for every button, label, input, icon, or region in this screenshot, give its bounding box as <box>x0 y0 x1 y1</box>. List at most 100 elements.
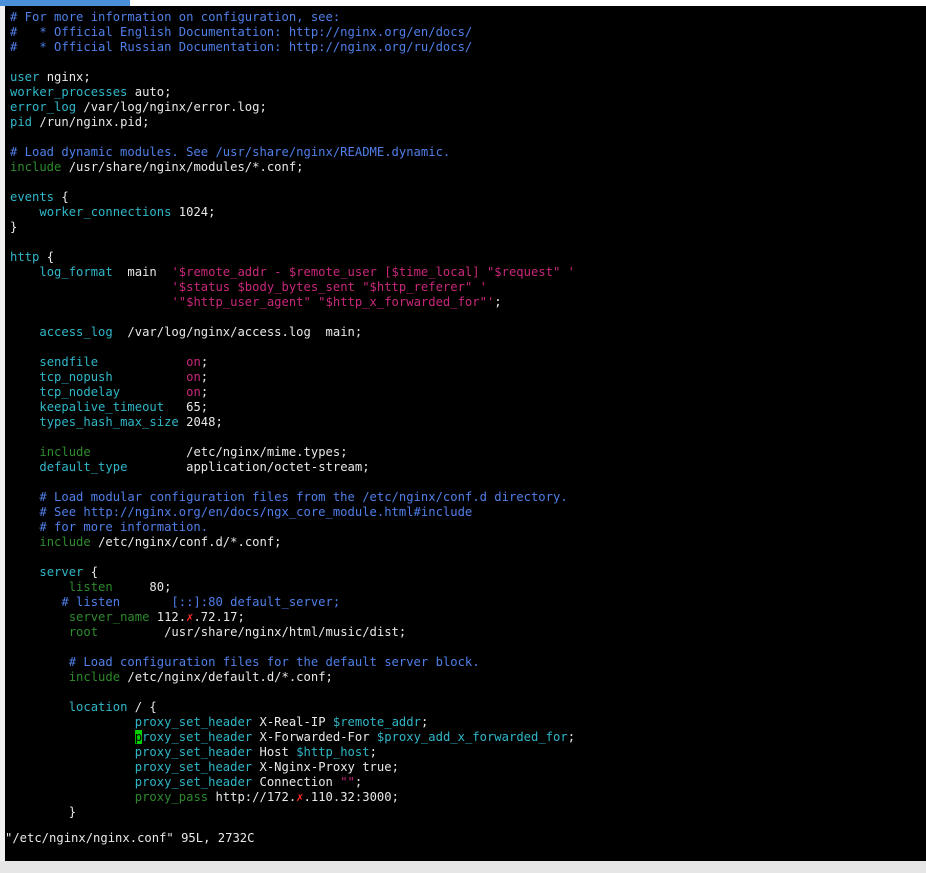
code-token: # listen [::]:80 default_server; <box>10 595 341 609</box>
code-token: { <box>54 190 69 204</box>
code-line: keepalive_timeout 65; <box>10 400 575 415</box>
code-token: .110.32:3000; <box>303 790 399 804</box>
code-token: # * Official Russian Documentation: http… <box>10 40 473 54</box>
code-line: } <box>10 805 575 820</box>
code-token: include <box>39 445 91 459</box>
code-line: worker_processes auto; <box>10 85 575 100</box>
code-token: pid <box>10 115 33 129</box>
code-token: tcp_nodelay <box>39 385 121 399</box>
code-token: ; <box>354 775 363 789</box>
code-token: X-Real-IP <box>252 715 333 729</box>
code-token: application/octet-stream; <box>127 460 370 474</box>
code-token: $proxy_add_x_forwarded_for <box>376 730 568 744</box>
code-line: include /etc/nginx/conf.d/*.conf; <box>10 535 575 550</box>
code-line: default_type application/octet-stream; <box>10 460 575 475</box>
code-token: } <box>10 220 18 234</box>
code-token: # Load configuration files for the defau… <box>10 655 480 669</box>
code-token: listen <box>68 580 113 594</box>
code-token: include <box>39 535 91 549</box>
code-token: Connection <box>252 775 341 789</box>
code-line: listen 80; <box>10 580 575 595</box>
bottom-scrollbar[interactable] <box>0 861 926 873</box>
code-token: server_name <box>68 610 150 624</box>
code-line: proxy_pass http://172.✗.110.32:3000; <box>10 790 575 805</box>
code-token: on <box>186 370 201 384</box>
code-line: } <box>10 220 575 235</box>
redaction-mark: ✗ <box>296 790 304 804</box>
code-token: events <box>10 190 55 204</box>
code-line: sendfile on; <box>10 355 575 370</box>
code-line: proxy_set_header X-Forwarded-For $proxy_… <box>10 730 575 745</box>
text-cursor: p <box>134 730 143 744</box>
code-line: error_log /var/log/nginx/error.log; <box>10 100 575 115</box>
code-token: include <box>10 160 62 174</box>
code-line: # listen [::]:80 default_server; <box>10 595 575 610</box>
code-token: # Load modular configuration files from … <box>10 490 568 504</box>
code-token: # For more information on configuration,… <box>10 10 341 24</box>
code-line: log_format main '$remote_addr - $remote_… <box>10 265 575 280</box>
code-line: # * Official Russian Documentation: http… <box>10 40 575 55</box>
code-token: 112. <box>149 610 187 624</box>
code-token: keepalive_timeout <box>39 400 165 414</box>
editor-buffer[interactable]: # For more information on configuration,… <box>10 10 575 820</box>
terminal-window[interactable]: # For more information on configuration,… <box>5 6 926 861</box>
code-token: 2048; <box>178 415 223 429</box>
code-line: types_hash_max_size 2048; <box>10 415 575 430</box>
code-line: # For more information on configuration,… <box>10 10 575 25</box>
code-token: { <box>39 250 55 264</box>
code-line: '$status $body_bytes_sent "$http_referer… <box>10 280 575 295</box>
code-token: access_log <box>39 325 113 339</box>
code-line: server_name 112.✗.72.17; <box>10 610 575 625</box>
code-token: ; <box>200 370 209 384</box>
code-token: 80; <box>112 580 172 594</box>
code-token: /usr/share/nginx/modules/*.conf; <box>61 160 304 174</box>
code-token: http://172. <box>208 790 297 804</box>
code-token: /var/log/nginx/access.log main; <box>112 325 363 339</box>
code-line: '"$http_user_agent" "$http_x_forwarded_f… <box>10 295 575 310</box>
code-token: /etc/nginx/default.d/*.conf; <box>120 670 333 684</box>
code-token: main <box>112 265 172 279</box>
code-line: proxy_set_header X-Nginx-Proxy true; <box>10 760 575 775</box>
code-line: # Load modular configuration files from … <box>10 490 575 505</box>
code-token: proxy_set_header <box>134 775 253 789</box>
code-line: # for more information. <box>10 520 575 535</box>
code-line: tcp_nopush on; <box>10 370 575 385</box>
code-token: proxy_set_header <box>134 745 253 759</box>
code-token: ; <box>369 745 377 759</box>
code-line: # Load dynamic modules. See /usr/share/n… <box>10 145 575 160</box>
code-token: default_type <box>39 460 128 474</box>
code-line: # * Official English Documentation: http… <box>10 25 575 40</box>
code-token: "" <box>340 775 355 789</box>
code-line: http { <box>10 250 575 265</box>
